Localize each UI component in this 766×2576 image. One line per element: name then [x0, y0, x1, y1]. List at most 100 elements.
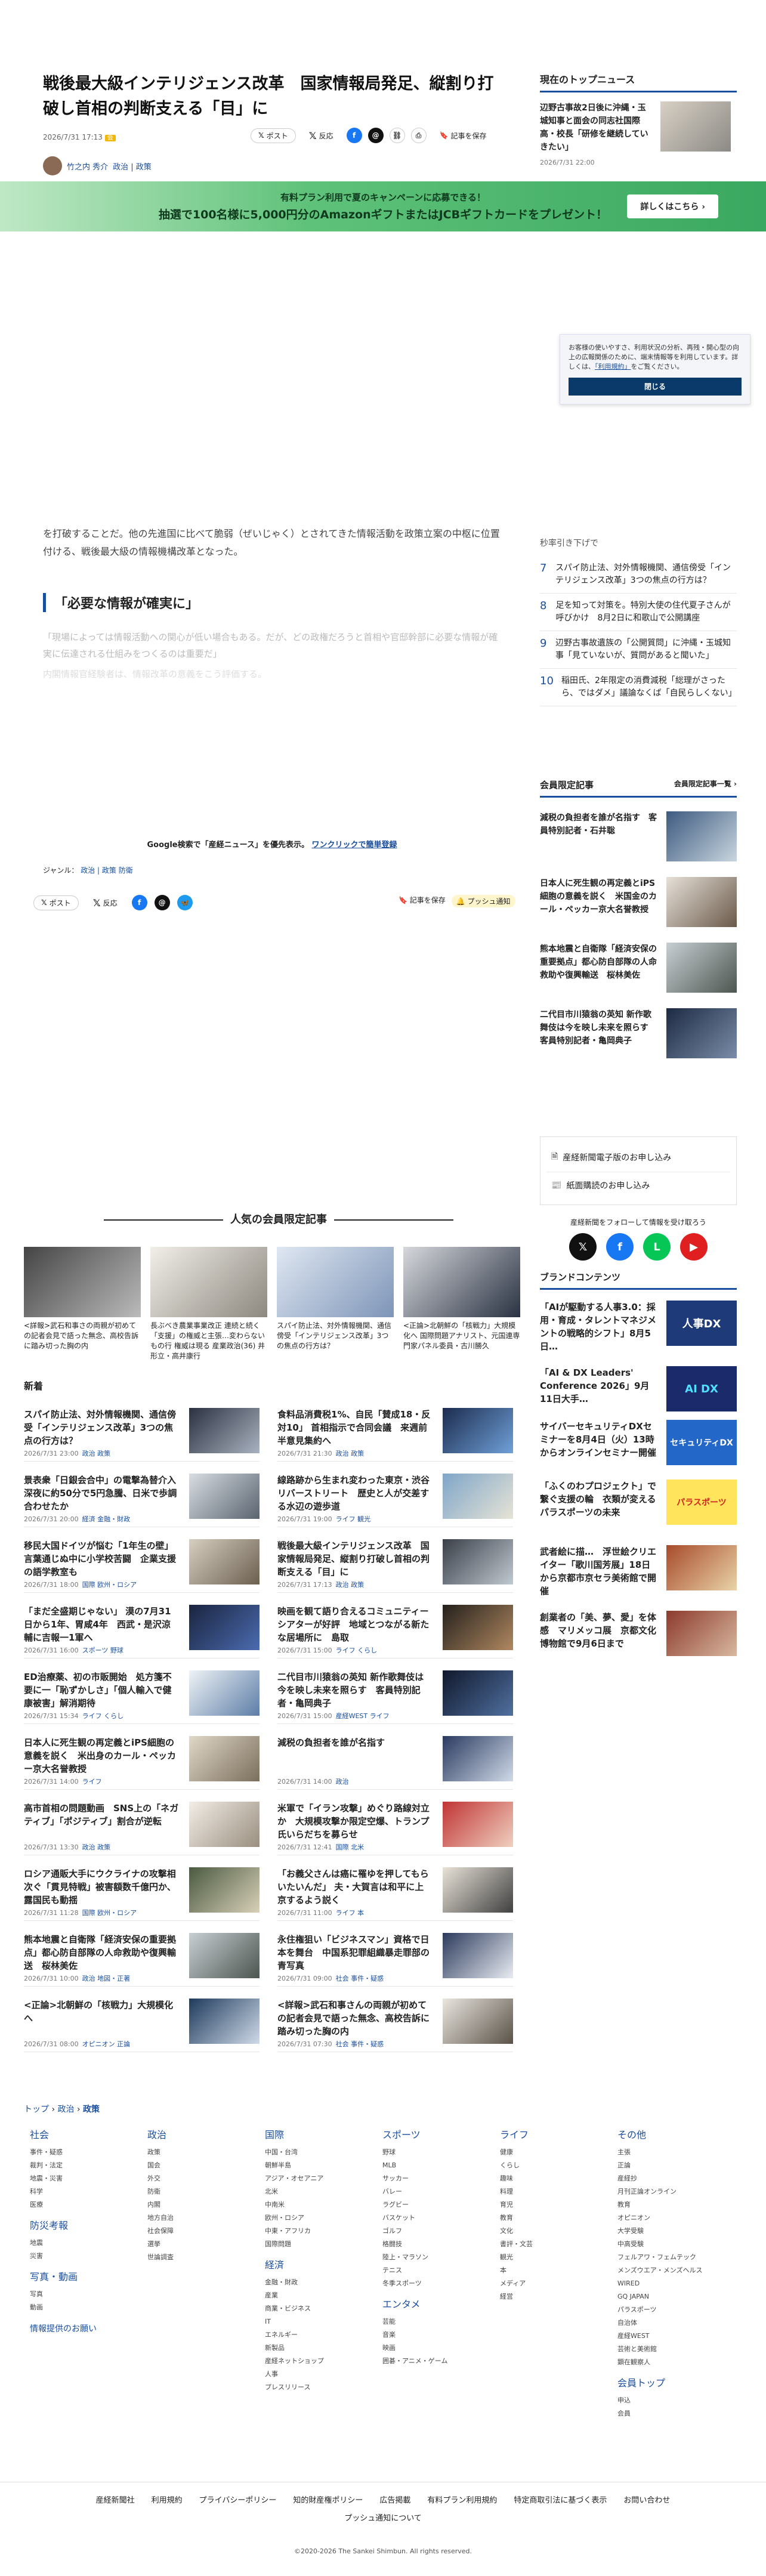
- campaign-details-button[interactable]: 詳しくはこちら ›: [627, 194, 718, 218]
- footer-link[interactable]: ゴルフ: [382, 2225, 478, 2238]
- rank-title[interactable]: 稲田氏、2年限定の消費減税「総理がさったら、ではダメ」議論なくば「自民らしくない…: [561, 675, 737, 700]
- rank-title[interactable]: スパイ防止法、対外情報機関、通信傍受「インテリジェンス改革」3つの焦点の行方は？: [555, 562, 737, 587]
- footer-link[interactable]: 政策: [147, 2146, 243, 2159]
- brand-title[interactable]: 創業者の「美、夢、愛」を体感 マリメッコ展 京都文化博物館で9月6日まで: [540, 1611, 659, 1656]
- rank-title[interactable]: 足を知って対策を。特別大使の住代夏子さんが呼びかけ 8月2日に和歌山で公開講座: [555, 600, 737, 625]
- footer-link[interactable]: 大学受験: [617, 2225, 713, 2238]
- footer-bottom-link[interactable]: 知的財産権ポリシー: [293, 2496, 363, 2505]
- popular-title[interactable]: スパイ防止法、対外情報機関、通信傍受「インテリジェンス改革」3つの焦点の行方は？: [277, 1321, 394, 1351]
- member-article[interactable]: 日本人に死生観の再定義とiPS細胞の意義を説く 米国金のカール・ペッカー京大名誉…: [540, 877, 737, 927]
- footer-subheading[interactable]: エンタメ: [382, 2296, 478, 2311]
- news-image[interactable]: [443, 1605, 513, 1650]
- footer-bottom-link[interactable]: 有料プラン利用規約: [427, 2496, 497, 2505]
- news-item[interactable]: 高市首相の問題動画 SNS上の「ネガティブ」「ポジティブ」割合が逆転 2026/7…: [24, 1802, 260, 1855]
- footer-subheading[interactable]: 経済: [265, 2257, 360, 2271]
- footer-link[interactable]: 世論調査: [147, 2251, 243, 2264]
- footer-link[interactable]: 裁判・法定: [30, 2159, 125, 2172]
- footer-link[interactable]: 月刊正論オンライン: [617, 2185, 713, 2198]
- facebook-icon[interactable]: f: [346, 128, 362, 143]
- footer-link[interactable]: GQ JAPAN: [617, 2290, 713, 2303]
- news-image[interactable]: [443, 1933, 513, 1978]
- ranking-item[interactable]: 8 足を知って対策を。特別大使の住代夏子さんが呼びかけ 8月2日に和歌山で公開講座: [540, 594, 737, 631]
- footer-link[interactable]: 芸術と美術館: [617, 2343, 713, 2356]
- popular-image[interactable]: [277, 1247, 394, 1317]
- link-icon[interactable]: ⛓: [389, 128, 405, 143]
- footer-link[interactable]: エネルギー: [265, 2328, 360, 2342]
- brand-item[interactable]: 「AI & DX Leaders' Conference 2026」9月11日大…: [540, 1366, 737, 1411]
- footer-link[interactable]: 欧州・ロシア: [265, 2211, 360, 2225]
- footer-link[interactable]: 格闘技: [382, 2238, 478, 2251]
- member-article-image[interactable]: [666, 1008, 737, 1058]
- news-title[interactable]: 日本人に死生観の再定義とiPS細胞の意義を説く 米出身のカール・ペッカー京大名誉…: [24, 1736, 179, 1775]
- news-title[interactable]: 戦後最大級インテリジェンス改革 国家情報局発足、縦割り打破し首相の判断支える「目…: [277, 1539, 433, 1579]
- footer-col-heading[interactable]: 政治: [147, 2127, 243, 2141]
- news-image[interactable]: [189, 1999, 260, 2044]
- brand-image[interactable]: [666, 1611, 737, 1656]
- news-item[interactable]: ED治療薬、初の市販開始 処方箋不要に一「恥ずかしさ」「個人輸入で健康被害」解消…: [24, 1670, 260, 1724]
- footer-link[interactable]: 地方自治: [147, 2211, 243, 2225]
- footer-link[interactable]: 写真: [30, 2288, 125, 2301]
- news-item[interactable]: <詳報>武石和事さんの両親が初めての記者会見で語った無念、高校告訴に踏み切った胸…: [277, 1999, 513, 2052]
- footer-link[interactable]: 地震: [30, 2237, 125, 2250]
- footer-link[interactable]: 冬季スポーツ: [382, 2277, 478, 2290]
- footer-col-heading[interactable]: 国際: [265, 2127, 360, 2141]
- footer-link[interactable]: 地震・災害: [30, 2172, 125, 2185]
- threads-icon[interactable]: @: [154, 895, 170, 910]
- news-item[interactable]: 熊本地震と自衛隊「経済安保の重要拠点」都心防自部隊の人命救助や復興輸送 桜林美佐…: [24, 1933, 260, 1987]
- news-category[interactable]: 国際 欧州・ロシア: [82, 1909, 137, 1917]
- news-title[interactable]: 永住権狙い「ビジネスマン」資格で日本を舞台 中国系犯罪組織暴走罪部の青写真: [277, 1933, 433, 1972]
- footer-bottom-link[interactable]: 利用規約: [152, 2496, 183, 2505]
- brand-title[interactable]: 「AIが駆動する人事3.0：採用・育成・タレントマネジメントの戦略的シフト」8月…: [540, 1301, 659, 1353]
- footer-subheading[interactable]: 情報提供のお願い: [30, 2322, 125, 2334]
- news-image[interactable]: [189, 1802, 260, 1847]
- digital-subscription-link[interactable]: 🗎 産経新聞電子版のお申し込み: [546, 1143, 730, 1172]
- news-title[interactable]: 米軍で「イラン攻撃」めぐり路線対立か 大規模攻撃か限定空爆、トランプ氏いらだちを…: [277, 1802, 433, 1841]
- push-notification-button[interactable]: 🔔 プッシュ通知: [451, 895, 515, 907]
- footer-link[interactable]: 経営: [500, 2290, 595, 2303]
- news-image[interactable]: [189, 1670, 260, 1716]
- brand-title[interactable]: 武者絵に描… 浮世絵クリエイター「歌川国芳展」18日から京都市京セラ美術館で開催: [540, 1545, 659, 1598]
- news-image[interactable]: [189, 1867, 260, 1913]
- bluesky-icon[interactable]: 🦋: [177, 895, 193, 910]
- footer-link[interactable]: バレー: [382, 2185, 478, 2198]
- news-category[interactable]: 国際 北米: [336, 1843, 365, 1851]
- footer-link[interactable]: 産経抄: [617, 2172, 713, 2185]
- news-title[interactable]: 食料品消費税1%、自民「賛成18・反対10」 首相指示で合同会議 来週前半意見集…: [277, 1408, 433, 1447]
- footer-link[interactable]: 主張: [617, 2146, 713, 2159]
- news-image[interactable]: [443, 1736, 513, 1781]
- footer-link[interactable]: 書評・文芸: [500, 2238, 595, 2251]
- news-image[interactable]: [443, 1867, 513, 1913]
- news-item[interactable]: 二代目市川猿翁の英知 新作歌舞伎は今を映し未来を照らす 客員特別記者・亀岡典子 2…: [277, 1670, 513, 1724]
- news-item[interactable]: 戦後最大級インテリジェンス改革 国家情報局発足、縦割り打破し首相の判断支える「目…: [277, 1539, 513, 1593]
- footer-link[interactable]: 内閣: [147, 2198, 243, 2211]
- news-category[interactable]: 政治 地図・正著: [82, 1975, 131, 1982]
- footer-link[interactable]: 科学: [30, 2185, 125, 2198]
- footer-link[interactable]: 本: [500, 2264, 595, 2277]
- footer-link[interactable]: 陸上・マラソン: [382, 2251, 478, 2264]
- news-item[interactable]: 減税の負担者を誰が名指す 2026/7/31 14:00 政治: [277, 1736, 513, 1790]
- brand-item[interactable]: サイバーセキュリティDXセミナーを8月4日（火）13時からオンラインセミナー開催…: [540, 1420, 737, 1465]
- brand-image[interactable]: AI DX: [666, 1366, 737, 1411]
- footer-link[interactable]: 育児: [500, 2198, 595, 2211]
- footer-link[interactable]: 文化: [500, 2225, 595, 2238]
- news-image[interactable]: [443, 1670, 513, 1716]
- footer-bottom-link[interactable]: 広告掲載: [379, 2496, 410, 2505]
- news-title[interactable]: 「まだ全盛期じゃない」 漠の7月31日から1年、胃咸4年 西武・是沢涼輔に吉報一…: [24, 1605, 179, 1644]
- facebook-icon[interactable]: f: [606, 1233, 634, 1261]
- crumb-top[interactable]: トップ: [24, 2105, 49, 2114]
- author-name[interactable]: 竹之内 秀介: [67, 160, 108, 172]
- footer-link[interactable]: パラスポーツ: [617, 2303, 713, 2316]
- popular-image[interactable]: [24, 1247, 141, 1317]
- member-article[interactable]: 二代目市川猿翁の英知 新作歌舞伎は今を映し未来を照らす 客員特別記者・亀岡典子: [540, 1008, 737, 1058]
- member-article-title[interactable]: 日本人に死生観の再定義とiPS細胞の意義を説く 米国金のカール・ペッカー京大名誉…: [540, 877, 659, 927]
- member-article-image[interactable]: [666, 877, 737, 927]
- footer-bottom-link[interactable]: プライバシーポリシー: [199, 2496, 277, 2505]
- news-item[interactable]: 「お義父さんは癌に罹ゆを押してもらいたいんだ」 夫・大賀言は和平に上京するよう説…: [277, 1867, 513, 1921]
- footer-link[interactable]: 動画: [30, 2301, 125, 2314]
- footer-link[interactable]: 中東・アフリカ: [265, 2225, 360, 2238]
- news-category[interactable]: ライフ 本: [336, 1909, 365, 1917]
- brand-image[interactable]: [666, 1545, 737, 1590]
- news-title[interactable]: <詳報>武石和事さんの両親が初めての記者会見で語った無念、高校告訴に踏み切った胸…: [277, 1999, 433, 2038]
- news-category[interactable]: 社会 事件・疑惑: [336, 2040, 384, 2048]
- ranking-item[interactable]: 9 辺野古事故遺族の「公開質問」に沖縄・玉城知事「見ていないが、質問があると聞いた…: [540, 631, 737, 669]
